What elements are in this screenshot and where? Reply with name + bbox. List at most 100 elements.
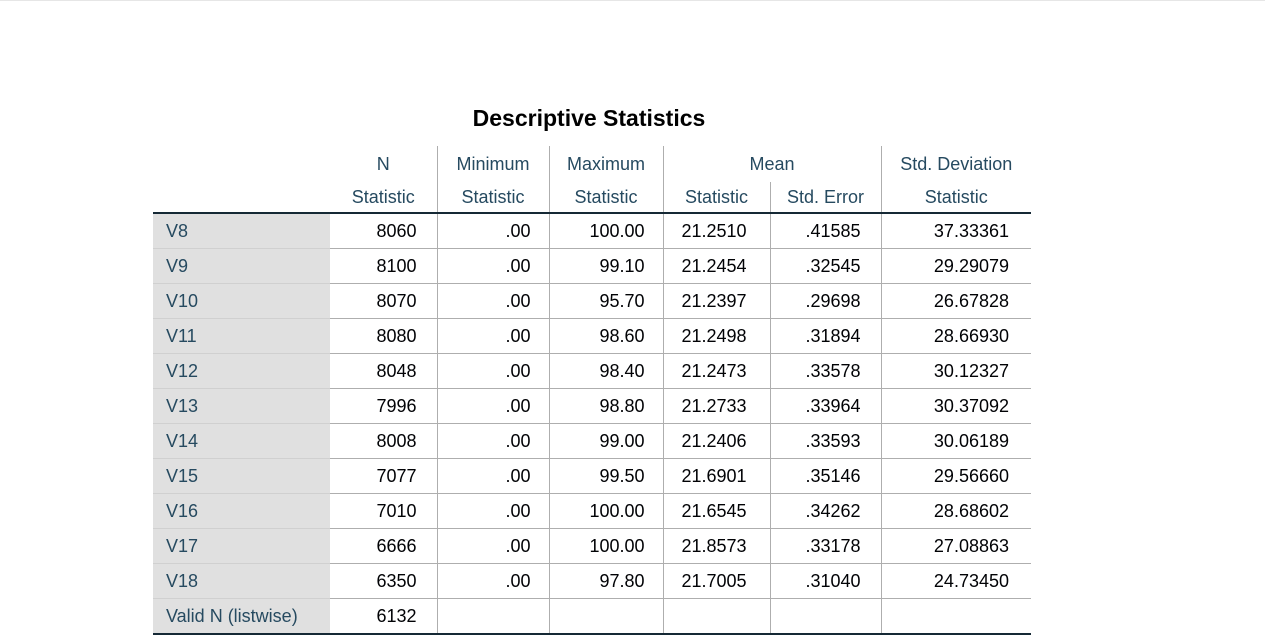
cell-maximum: 99.00 xyxy=(548,423,663,459)
cell-n: 8008 xyxy=(330,423,437,459)
cell-std-deviation: 27.08863 xyxy=(880,528,1031,564)
cell-mean: 21.2397 xyxy=(662,283,770,319)
header-mean: Mean xyxy=(662,146,881,182)
table-row: V12 8048.00 98.40 21.2473.33578 30.12327 xyxy=(153,353,1031,389)
row-label: V18 xyxy=(153,563,330,599)
cell-mean: 21.6901 xyxy=(662,458,770,494)
cell-std-deviation: 26.67828 xyxy=(880,283,1031,319)
cell-minimum: .00 xyxy=(436,458,549,494)
row-label: Valid N (listwise) xyxy=(153,598,330,635)
cell-mean: 21.2498 xyxy=(662,318,770,354)
cell-std-deviation xyxy=(880,598,1031,635)
subheader-mean-statistic: Statistic xyxy=(662,182,770,214)
cell-n: 7010 xyxy=(330,493,437,529)
cell-mean-std-error: .29698 xyxy=(769,283,881,319)
table-row: V17 6666.00 100.00 21.8573.33178 27.08863 xyxy=(153,528,1031,564)
subheader-n-statistic: Statistic xyxy=(330,182,437,214)
table-row: V11 8080.00 98.60 21.2498.31894 28.66930 xyxy=(153,318,1031,354)
top-rule xyxy=(0,0,1265,1)
cell-std-deviation: 37.33361 xyxy=(880,213,1031,249)
cell-maximum: 99.10 xyxy=(548,248,663,284)
row-label: V10 xyxy=(153,283,330,319)
table-body: V8 8060.00 100.00 21.2510.41585 37.33361 V9 81… xyxy=(153,213,1031,635)
subheader-minimum-statistic: Statistic xyxy=(436,182,549,214)
cell-maximum: 98.80 xyxy=(548,388,663,424)
cell-mean: 21.6545 xyxy=(662,493,770,529)
header-corner-sub xyxy=(153,182,330,214)
cell-std-deviation: 30.37092 xyxy=(880,388,1031,424)
cell-maximum: 98.60 xyxy=(548,318,663,354)
cell-maximum: 100.00 xyxy=(548,528,663,564)
cell-n: 6350 xyxy=(330,563,437,599)
row-label: V11 xyxy=(153,318,330,354)
cell-minimum: .00 xyxy=(436,388,549,424)
cell-minimum: .00 xyxy=(436,283,549,319)
cell-mean-std-error: .33178 xyxy=(769,528,881,564)
header-maximum: Maximum xyxy=(548,146,663,182)
cell-mean-std-error: .33593 xyxy=(769,423,881,459)
row-label: V13 xyxy=(153,388,330,424)
table-row: V14 8008.00 99.00 21.2406.33593 30.06189 xyxy=(153,423,1031,459)
subheader-maximum-statistic: Statistic xyxy=(548,182,663,214)
cell-std-deviation: 24.73450 xyxy=(880,563,1031,599)
cell-minimum: .00 xyxy=(436,493,549,529)
cell-std-deviation: 29.29079 xyxy=(880,248,1031,284)
table-row: V13 7996.00 98.80 21.2733.33964 30.37092 xyxy=(153,388,1031,424)
cell-n: 7077 xyxy=(330,458,437,494)
cell-mean: 21.8573 xyxy=(662,528,770,564)
cell-maximum xyxy=(548,598,663,635)
header-row-sub: Statistic Statistic Statistic Statistic … xyxy=(153,182,1031,214)
row-label: V16 xyxy=(153,493,330,529)
cell-minimum: .00 xyxy=(436,318,549,354)
row-label: V12 xyxy=(153,353,330,389)
cell-n: 8100 xyxy=(330,248,437,284)
cell-std-deviation: 30.12327 xyxy=(880,353,1031,389)
cell-mean: 21.2454 xyxy=(662,248,770,284)
cell-mean: 21.7005 xyxy=(662,563,770,599)
cell-n: 7996 xyxy=(330,388,437,424)
table-row: V8 8060.00 100.00 21.2510.41585 37.33361 xyxy=(153,213,1031,249)
row-label: V14 xyxy=(153,423,330,459)
header-minimum: Minimum xyxy=(436,146,549,182)
cell-minimum: .00 xyxy=(436,213,549,249)
cell-minimum: .00 xyxy=(436,423,549,459)
table-row: Valid N (listwise) 6132 xyxy=(153,598,1031,635)
subheader-mean-std-error: Std. Error xyxy=(769,182,881,214)
table-row: V16 7010.00 100.00 21.6545.34262 28.68602 xyxy=(153,493,1031,529)
cell-std-deviation: 30.06189 xyxy=(880,423,1031,459)
table-row: V9 8100.00 99.10 21.2454.32545 29.29079 xyxy=(153,248,1031,284)
cell-mean-std-error: .35146 xyxy=(769,458,881,494)
cell-minimum: .00 xyxy=(436,248,549,284)
cell-mean-std-error: .33964 xyxy=(769,388,881,424)
cell-maximum: 98.40 xyxy=(548,353,663,389)
cell-n: 8070 xyxy=(330,283,437,319)
descriptive-statistics-table: N Minimum Maximum Mean Std. Deviation St… xyxy=(153,146,1031,635)
cell-mean-std-error: .31894 xyxy=(769,318,881,354)
row-label: V9 xyxy=(153,248,330,284)
cell-mean: 21.2510 xyxy=(662,213,770,249)
cell-n: 6132 xyxy=(330,598,437,635)
cell-mean: 21.2406 xyxy=(662,423,770,459)
cell-minimum: .00 xyxy=(436,353,549,389)
cell-maximum: 100.00 xyxy=(548,493,663,529)
cell-mean: 21.2733 xyxy=(662,388,770,424)
table-row: V10 8070.00 95.70 21.2397.29698 26.67828 xyxy=(153,283,1031,319)
cell-mean-std-error: .34262 xyxy=(769,493,881,529)
cell-maximum: 95.70 xyxy=(548,283,663,319)
cell-minimum: .00 xyxy=(436,528,549,564)
cell-std-deviation: 29.56660 xyxy=(880,458,1031,494)
cell-maximum: 100.00 xyxy=(548,213,663,249)
row-label: V17 xyxy=(153,528,330,564)
header-row-top: N Minimum Maximum Mean Std. Deviation xyxy=(153,146,1031,182)
row-label: V8 xyxy=(153,213,330,249)
header-n: N xyxy=(376,153,390,174)
cell-mean-std-error: .32545 xyxy=(769,248,881,284)
cell-n: 8060 xyxy=(330,213,437,249)
cell-n: 6666 xyxy=(330,528,437,564)
cell-mean-std-error: .33578 xyxy=(769,353,881,389)
table-row: V15 7077.00 99.50 21.6901.35146 29.56660 xyxy=(153,458,1031,494)
cell-minimum xyxy=(436,598,549,635)
cell-mean xyxy=(662,598,770,635)
cell-maximum: 99.50 xyxy=(548,458,663,494)
cell-mean-std-error: .41585 xyxy=(769,213,881,249)
